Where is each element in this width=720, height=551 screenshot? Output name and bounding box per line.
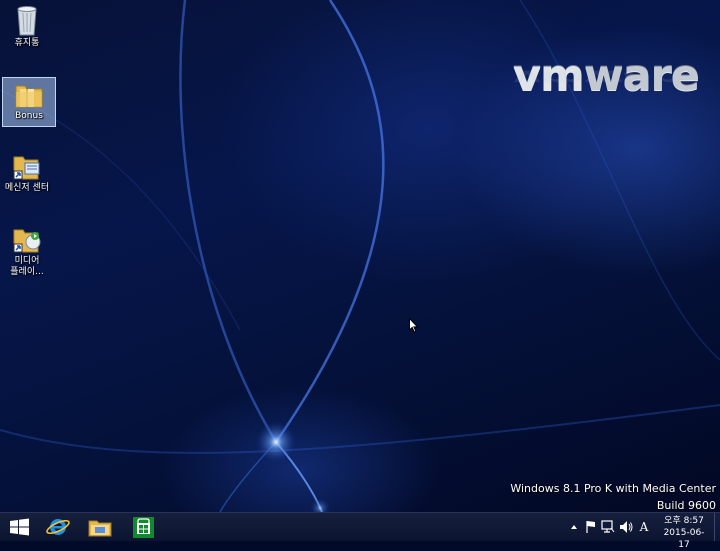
show-hidden-icons-button[interactable]: [568, 513, 580, 541]
file-explorer-icon: [88, 520, 112, 537]
start-button[interactable]: [0, 513, 40, 541]
store-button[interactable]: [123, 513, 163, 541]
flag-icon: [586, 521, 595, 533]
clock-time: 오후 8:57: [664, 516, 704, 526]
show-desktop-button[interactable]: [714, 513, 720, 541]
desktop-icon-bonus[interactable]: Bonus: [2, 77, 56, 127]
network-button[interactable]: [600, 513, 616, 541]
vmware-logo-reflection: vmware: [513, 65, 699, 90]
speaker-icon: [620, 521, 633, 533]
watermark-build: Build 9600: [656, 499, 716, 512]
volume-button[interactable]: [618, 513, 634, 541]
file-explorer-button[interactable]: [80, 513, 120, 541]
store-icon: [133, 517, 154, 538]
taskbar: A 오후 8:57 2015-06-17: [0, 512, 720, 550]
clock[interactable]: 오후 8:57 2015-06-17: [658, 515, 710, 551]
folder-icon: [15, 85, 43, 108]
ie-icon: [46, 519, 70, 535]
desktop-icon-label: 휴지통: [14, 38, 40, 48]
internet-explorer-button[interactable]: [38, 513, 78, 541]
clock-date: 2015-06-17: [663, 528, 705, 550]
action-center-button[interactable]: [584, 513, 598, 541]
recycle-bin-icon: [17, 6, 37, 36]
desktop-icon-label: Bonus: [15, 111, 43, 121]
watermark-edition: Windows 8.1 Pro K with Media Center: [510, 482, 716, 495]
desktop[interactable]: 휴지통 Bonus 메신저 센터 미디어 플레이... vmware vmwar…: [0, 0, 720, 512]
desktop-icon-recycle-bin[interactable]: 휴지통: [0, 3, 54, 49]
desktop-icon-messenger-center[interactable]: 메신저 센터: [0, 152, 54, 194]
media-player-shortcut-icon: [13, 229, 41, 253]
mouse-cursor-icon: [409, 318, 419, 333]
desktop-icon-label: 메신저 센터: [4, 183, 50, 193]
desktop-icon-label: 미디어 플레이...: [10, 256, 44, 277]
chevron-up-icon: [571, 525, 577, 529]
messenger-shortcut-icon: [13, 156, 40, 180]
ime-indicator[interactable]: A: [637, 513, 651, 541]
windows-logo-icon: [10, 518, 29, 536]
windows-build-watermark: Windows 8.1 Pro K with Media Center Buil…: [510, 480, 716, 512]
network-icon: [601, 520, 615, 533]
desktop-icon-media-player[interactable]: 미디어 플레이...: [0, 225, 54, 278]
